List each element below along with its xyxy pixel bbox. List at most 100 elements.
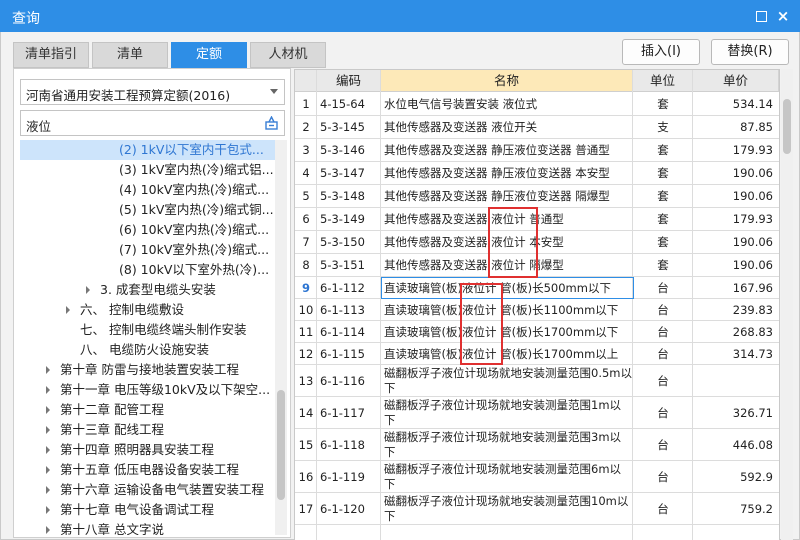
insert-button[interactable]: 插入(I) bbox=[622, 39, 700, 65]
expand-arrow-icon[interactable] bbox=[46, 406, 50, 414]
expand-arrow-icon[interactable] bbox=[66, 306, 70, 314]
cell-name[interactable]: 其他传感器及变送器 静压液位变送器 普通型 bbox=[384, 143, 632, 158]
expand-arrow-icon[interactable] bbox=[46, 446, 50, 454]
cell-name[interactable]: 磁翻板浮子液位计现场就地安装测量范围1m以下 bbox=[384, 398, 632, 428]
tree-item[interactable]: 第十四章 照明器具安装工程 bbox=[20, 440, 275, 460]
cell-code[interactable]: 5-3-151 bbox=[320, 258, 380, 273]
cell-price[interactable]: 190.06 bbox=[693, 166, 773, 181]
row-number[interactable]: 16 bbox=[295, 461, 317, 493]
expand-arrow-icon[interactable] bbox=[46, 386, 50, 394]
cell-price[interactable]: 592.9 bbox=[693, 470, 773, 485]
cell-unit[interactable]: 台 bbox=[633, 374, 693, 389]
cell-price[interactable] bbox=[693, 374, 773, 389]
tree-item[interactable]: (6) 10kV室内热(冷)缩式... bbox=[20, 220, 275, 240]
cell-code[interactable]: 5-3-145 bbox=[320, 120, 380, 135]
cell-unit[interactable]: 支 bbox=[633, 120, 693, 135]
tree-item[interactable]: (3) 1kV室内热(冷)缩式铝... bbox=[20, 160, 275, 180]
name-header[interactable]: 名称 bbox=[381, 70, 633, 92]
cell-code[interactable]: 6-1-112 bbox=[320, 281, 380, 296]
row-number[interactable]: 9 bbox=[295, 277, 317, 299]
row-number[interactable]: 4 bbox=[295, 162, 317, 185]
cell-unit[interactable]: 套 bbox=[633, 97, 693, 112]
table-scrollbar[interactable] bbox=[781, 69, 793, 540]
search-input[interactable]: 液位 bbox=[20, 110, 285, 136]
row-number[interactable]: 14 bbox=[295, 397, 317, 429]
cell-code[interactable]: 5-3-149 bbox=[320, 212, 380, 227]
tree-item[interactable]: 第十一章 电压等级10kV及以下架空... bbox=[20, 380, 275, 400]
cell-name[interactable]: 磁翻板浮子液位计现场就地安装测量范围10m以下 bbox=[384, 494, 632, 524]
cell-unit[interactable]: 台 bbox=[633, 325, 693, 340]
tree-item[interactable]: (5) 1kV室内热(冷)缩式铜... bbox=[20, 200, 275, 220]
cell-unit[interactable]: 台 bbox=[633, 502, 693, 517]
tab-quota[interactable]: 定额 bbox=[171, 42, 247, 68]
tree-item[interactable]: 第十二章 配管工程 bbox=[20, 400, 275, 420]
row-number[interactable]: 10 bbox=[295, 299, 317, 321]
chevron-down-icon[interactable] bbox=[270, 89, 278, 94]
tab-bill[interactable]: 清单 bbox=[92, 42, 168, 68]
tree-item[interactable]: 3. 成套型电缆头安装 bbox=[20, 280, 275, 300]
table-scroll-thumb[interactable] bbox=[783, 99, 791, 154]
cell-name[interactable]: 直读玻璃管(板)液位计 管(板)长1700mm以下 bbox=[384, 325, 632, 340]
row-number[interactable]: 5 bbox=[295, 185, 317, 208]
cell-price[interactable]: 190.06 bbox=[693, 189, 773, 204]
cell-unit[interactable]: 台 bbox=[633, 406, 693, 421]
expand-arrow-icon[interactable] bbox=[46, 466, 50, 474]
cell-code[interactable]: 5-3-148 bbox=[320, 189, 380, 204]
cell-name[interactable]: 其他传感器及变送器 静压液位变送器 隔爆型 bbox=[384, 189, 632, 204]
cell-code[interactable]: 5-3-147 bbox=[320, 166, 380, 181]
cell-price[interactable]: 239.83 bbox=[693, 303, 773, 318]
cell-code[interactable]: 6-1-113 bbox=[320, 303, 380, 318]
row-number[interactable]: 1 bbox=[295, 93, 317, 116]
tree-item[interactable]: 第十六章 运输设备电气装置安装工程 bbox=[20, 480, 275, 500]
cell-code[interactable]: 4-15-64 bbox=[320, 97, 380, 112]
tree-item[interactable]: 七、 控制电缆终端头制作安装 bbox=[20, 320, 275, 340]
row-number[interactable]: 15 bbox=[295, 429, 317, 461]
cell-name[interactable]: 水位电气信号装置安装 液位式 bbox=[384, 97, 632, 112]
cell-name[interactable]: 其他传感器及变送器 静压液位变送器 本安型 bbox=[384, 166, 632, 181]
code-header[interactable]: 编码 bbox=[317, 70, 381, 92]
tree-scroll-thumb[interactable] bbox=[277, 390, 285, 500]
expand-arrow-icon[interactable] bbox=[46, 426, 50, 434]
cell-name[interactable]: 直读玻璃管(板)液位计 管(板)长1100mm以下 bbox=[384, 303, 632, 318]
tree-item[interactable]: 第十章 防雷与接地装置安装工程 bbox=[20, 360, 275, 380]
cell-name[interactable]: 磁翻板浮子液位计现场就地安装测量范围3m以下 bbox=[384, 430, 632, 460]
cell-price[interactable]: 534.14 bbox=[693, 97, 773, 112]
tree-item[interactable]: 六、 控制电缆敷设 bbox=[20, 300, 275, 320]
tree-item[interactable]: 第十七章 电气设备调试工程 bbox=[20, 500, 275, 520]
tree-item[interactable]: 八、 电缆防火设施安装 bbox=[20, 340, 275, 360]
cell-unit[interactable]: 套 bbox=[633, 212, 693, 227]
row-number-header[interactable] bbox=[295, 70, 317, 92]
row-number[interactable]: 2 bbox=[295, 116, 317, 139]
tree-item[interactable]: (8) 10kV以下室外热(冷)... bbox=[20, 260, 275, 280]
expand-arrow-icon[interactable] bbox=[46, 486, 50, 494]
cell-unit[interactable]: 台 bbox=[633, 347, 693, 362]
cell-name[interactable]: 磁翻板浮子液位计现场就地安装测量范围0.5m以下 bbox=[384, 366, 632, 396]
cell-name[interactable]: 直读玻璃管(板)液位计 管(板)长1700mm以上 bbox=[384, 347, 632, 362]
cell-code[interactable]: 5-3-146 bbox=[320, 143, 380, 158]
cell-price[interactable]: 268.83 bbox=[693, 325, 773, 340]
cell-price[interactable]: 167.96 bbox=[693, 281, 773, 296]
cell-unit[interactable]: 台 bbox=[633, 438, 693, 453]
cell-unit[interactable]: 台 bbox=[633, 470, 693, 485]
cell-name[interactable]: 磁翻板浮子液位计现场就地安装测量范围6m以下 bbox=[384, 462, 632, 492]
cell-code[interactable]: 6-1-119 bbox=[320, 470, 380, 485]
expand-arrow-icon[interactable] bbox=[46, 506, 50, 514]
cell-price[interactable]: 446.08 bbox=[693, 438, 773, 453]
cell-price[interactable]: 759.2 bbox=[693, 502, 773, 517]
cell-unit[interactable]: 套 bbox=[633, 143, 693, 158]
restore-icon[interactable] bbox=[752, 7, 770, 25]
expand-arrow-icon[interactable] bbox=[86, 286, 90, 294]
cell-unit[interactable]: 套 bbox=[633, 258, 693, 273]
expand-arrow-icon[interactable] bbox=[46, 526, 50, 534]
row-number[interactable]: 17 bbox=[295, 493, 317, 525]
tree-item[interactable]: (4) 10kV室内热(冷)缩式... bbox=[20, 180, 275, 200]
quota-library-select[interactable]: 河南省通用安装工程预算定额(2016) bbox=[20, 79, 285, 105]
cell-unit[interactable]: 台 bbox=[633, 281, 693, 296]
row-number[interactable]: 6 bbox=[295, 208, 317, 231]
cell-code[interactable]: 6-1-114 bbox=[320, 325, 380, 340]
row-number[interactable]: 11 bbox=[295, 321, 317, 343]
cell-price[interactable]: 179.93 bbox=[693, 212, 773, 227]
price-header[interactable]: 单价 bbox=[693, 70, 779, 92]
cell-code[interactable]: 6-1-117 bbox=[320, 406, 380, 421]
tab-bill-guide[interactable]: 清单指引 bbox=[13, 42, 89, 68]
